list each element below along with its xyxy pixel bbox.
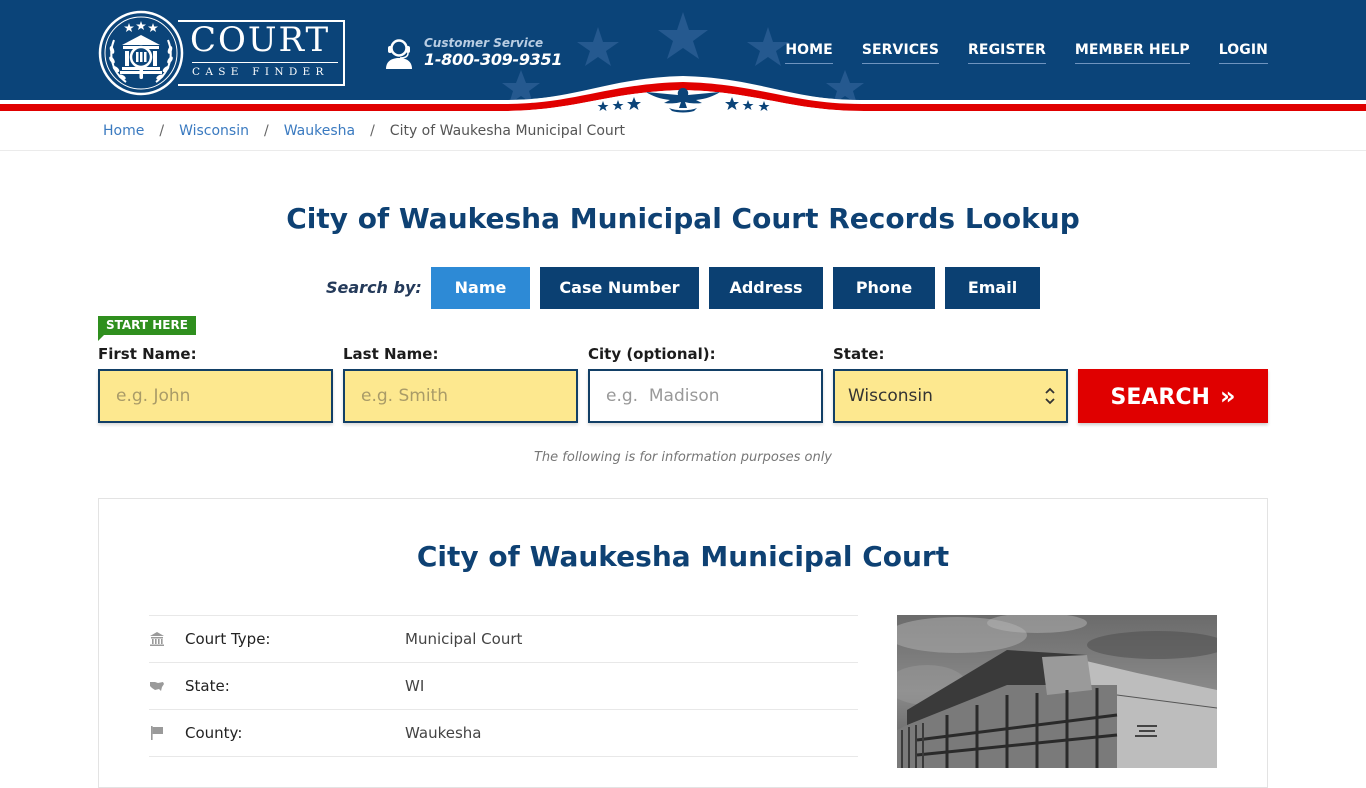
logo-tagline: CASE FINDER — [192, 66, 329, 78]
court-title: City of Waukesha Municipal Court — [416, 540, 950, 573]
detail-row-court-type: Court Type: Municipal Court — [149, 615, 858, 662]
search-button[interactable]: SEARCH » — [1078, 369, 1268, 423]
detail-row-state: State: WI — [149, 662, 858, 709]
city-label: City (optional): — [588, 345, 716, 363]
search-button-label: SEARCH — [1110, 385, 1210, 410]
breadcrumb-home[interactable]: Home — [103, 121, 144, 141]
main-nav: HOME SERVICES REGISTER MEMBER HELP LOGIN — [785, 40, 1268, 64]
double-chevron-right-icon: » — [1219, 382, 1236, 410]
nav-register[interactable]: REGISTER — [968, 40, 1046, 64]
detail-label: State: — [185, 677, 230, 695]
breadcrumb-county[interactable]: Waukesha — [284, 121, 355, 141]
tab-address[interactable]: Address — [709, 267, 823, 309]
state-select[interactable]: Wisconsin — [833, 369, 1068, 423]
breadcrumb-separator: / — [263, 123, 269, 139]
court-building-photo — [897, 615, 1217, 768]
last-name-input[interactable] — [343, 369, 578, 423]
start-here-badge: START HERE — [98, 316, 196, 341]
tab-name[interactable]: Name — [431, 267, 530, 309]
detail-label: Court Type: — [185, 630, 271, 648]
court-details: Court Type: Municipal Court State: WI Co… — [149, 615, 858, 757]
breadcrumb-divider — [0, 150, 1366, 151]
breadcrumb-separator: / — [159, 123, 165, 139]
first-name-input[interactable] — [98, 369, 333, 423]
breadcrumb: Home / Wisconsin / Waukesha / City of Wa… — [103, 121, 625, 141]
nav-home[interactable]: HOME — [785, 40, 833, 64]
courthouse-icon — [150, 632, 164, 646]
search-by-label: Search by: — [326, 278, 422, 297]
detail-value: WI — [405, 677, 425, 695]
site-header: COURT CASE FINDER Customer Service 1-800… — [0, 0, 1366, 115]
customer-service-label: Customer Service — [424, 36, 544, 50]
site-logo[interactable]: COURT CASE FINDER — [98, 10, 348, 96]
flag-icon — [151, 726, 163, 740]
detail-value: Municipal Court — [405, 630, 523, 648]
state-select-value: Wisconsin — [848, 386, 933, 406]
detail-divider — [149, 756, 858, 757]
nav-login[interactable]: LOGIN — [1218, 40, 1268, 64]
headset-agent-icon — [386, 39, 412, 69]
breadcrumb-state[interactable]: Wisconsin — [179, 121, 249, 141]
nav-services[interactable]: SERVICES — [861, 40, 940, 64]
detail-label: County: — [185, 724, 243, 742]
detail-row-county: County: Waukesha — [149, 709, 858, 756]
tab-phone[interactable]: Phone — [833, 267, 935, 309]
logo-divider — [192, 62, 338, 63]
tab-email[interactable]: Email — [945, 267, 1040, 309]
nav-member-help[interactable]: MEMBER HELP — [1074, 40, 1190, 64]
tab-case-number[interactable]: Case Number — [540, 267, 699, 309]
first-name-label: First Name: — [98, 345, 197, 363]
customer-service-phone[interactable]: 1-800-309-9351 — [424, 50, 562, 70]
breadcrumb-separator: / — [370, 123, 375, 139]
court-building-illustration — [897, 615, 1217, 768]
breadcrumb-current: City of Waukesha Municipal Court — [389, 123, 626, 139]
info-disclaimer: The following is for information purpose… — [533, 450, 833, 465]
us-map-icon — [150, 682, 164, 691]
select-updown-icon — [1045, 387, 1055, 405]
city-input[interactable] — [588, 369, 823, 423]
logo-wordmark: COURT — [190, 20, 331, 60]
detail-value: Waukesha — [405, 724, 482, 742]
page-title: City of Waukesha Municipal Court Records… — [286, 202, 1080, 235]
last-name-label: Last Name: — [343, 345, 439, 363]
state-label: State: — [833, 345, 885, 363]
courthouse-magnifier-emblem — [98, 10, 184, 96]
